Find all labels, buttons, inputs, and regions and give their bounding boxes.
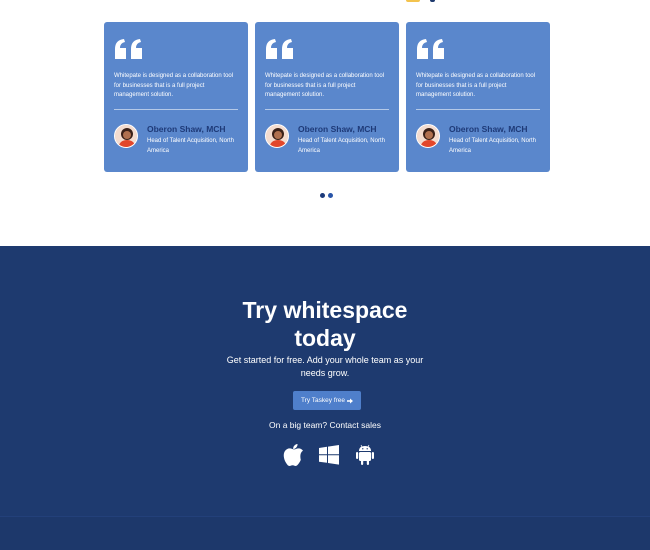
testimonial-card: Whitepate is designed as a collaboration… bbox=[255, 22, 399, 172]
platform-icons bbox=[283, 444, 375, 466]
decorative-shape bbox=[406, 0, 420, 2]
cta-section: Try whitespace today Get started for fre… bbox=[0, 246, 650, 550]
author-name: Oberon Shaw, MCH bbox=[298, 124, 377, 134]
testimonial-card: Whitepate is designed as a collaboration… bbox=[104, 22, 248, 172]
cta-subtitle-line-1: Get started for free. Add your whole tea… bbox=[226, 355, 424, 365]
testimonial-author: Oberon Shaw, MCH Head of Talent Acquisit… bbox=[416, 124, 540, 156]
windows-icon[interactable] bbox=[319, 444, 339, 466]
carousel-dot-1[interactable] bbox=[320, 193, 325, 198]
avatar bbox=[114, 124, 138, 148]
cta-title-line-2: today bbox=[294, 325, 356, 351]
testimonial-quote: Whitepate is designed as a collaboration… bbox=[114, 73, 234, 98]
apple-icon[interactable] bbox=[283, 444, 303, 466]
contact-sales-link[interactable]: On a big team? Contact sales bbox=[0, 420, 650, 430]
testimonial-cards: Whitepate is designed as a collaboration… bbox=[104, 22, 550, 172]
testimonial-quote: Whitepate is designed as a collaboration… bbox=[416, 73, 536, 98]
author-role: Head of Talent Acquisition, North Americ… bbox=[298, 138, 385, 154]
carousel-dots bbox=[320, 193, 333, 198]
try-free-button[interactable]: Try Taskey free bbox=[293, 391, 361, 410]
divider bbox=[265, 109, 389, 110]
quote-icon bbox=[266, 39, 293, 59]
arrow-right-icon bbox=[347, 398, 354, 403]
testimonial-quote: Whitepate is designed as a collaboration… bbox=[265, 73, 385, 98]
author-role: Head of Talent Acquisition, North Americ… bbox=[147, 138, 234, 154]
testimonials-section: Whitepate is designed as a collaboration… bbox=[0, 0, 650, 246]
testimonial-author: Oberon Shaw, MCH Head of Talent Acquisit… bbox=[265, 124, 389, 156]
divider bbox=[114, 109, 238, 110]
testimonial-author: Oberon Shaw, MCH Head of Talent Acquisit… bbox=[114, 124, 238, 156]
author-role: Head of Talent Acquisition, North Americ… bbox=[449, 138, 536, 154]
author-name: Oberon Shaw, MCH bbox=[147, 124, 226, 134]
footer-band bbox=[0, 516, 650, 550]
cta-subtitle-line-2: needs grow. bbox=[300, 367, 350, 378]
avatar bbox=[416, 124, 440, 148]
divider bbox=[416, 109, 540, 110]
quote-icon bbox=[417, 39, 444, 59]
author-name: Oberon Shaw, MCH bbox=[449, 124, 528, 134]
carousel-dot-2[interactable] bbox=[328, 193, 333, 198]
avatar bbox=[265, 124, 289, 148]
decorative-shape bbox=[430, 0, 435, 2]
cta-title-line-1: Try whitespace bbox=[242, 297, 408, 323]
cta-title: Try whitespace today bbox=[0, 296, 650, 352]
try-free-button-label: Try Taskey free bbox=[300, 397, 346, 404]
cta-subtitle: Get started for free. Add your whole tea… bbox=[0, 354, 650, 379]
quote-icon bbox=[115, 39, 142, 59]
android-icon[interactable] bbox=[355, 444, 375, 466]
testimonial-card: Whitepate is designed as a collaboration… bbox=[406, 22, 550, 172]
